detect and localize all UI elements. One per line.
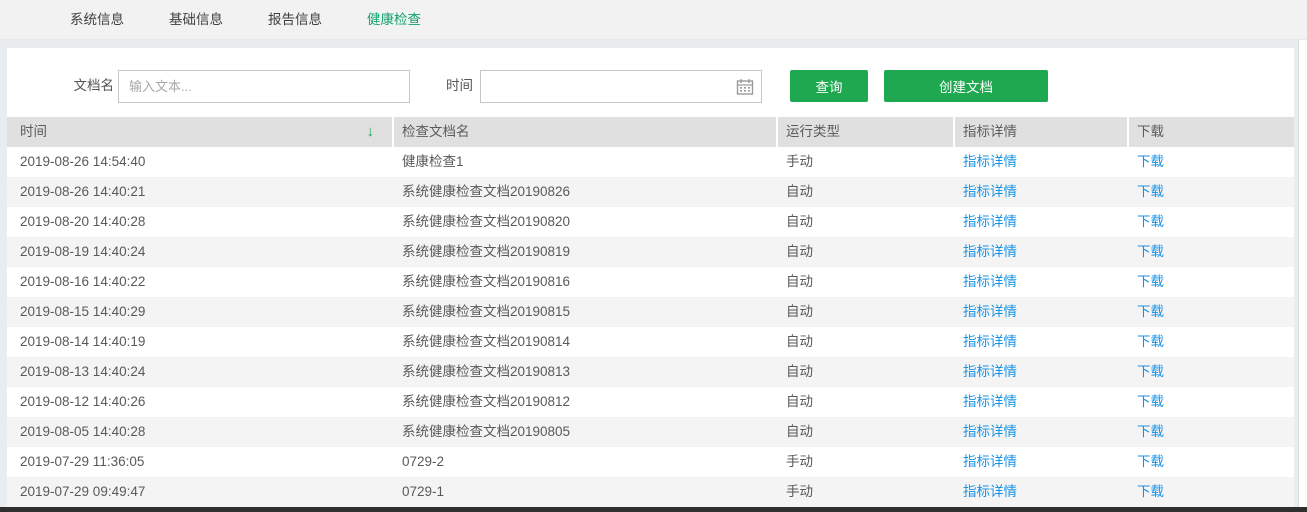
cell-doc-name: 系统健康检查文档20190816 bbox=[394, 267, 778, 297]
table-body: 2019-08-26 14:54:40 健康检查1 手动 指标详情 下载 201… bbox=[7, 147, 1294, 507]
cell-run-type: 自动 bbox=[778, 297, 955, 327]
download-link[interactable]: 下载 bbox=[1137, 364, 1164, 379]
table-row: 2019-07-29 11:36:05 0729-2 手动 指标详情 下载 bbox=[7, 447, 1294, 477]
sort-desc-icon[interactable]: ↓ bbox=[367, 117, 375, 147]
cell-time: 2019-07-29 11:36:05 bbox=[7, 447, 394, 477]
table-row: 2019-08-15 14:40:29 系统健康检查文档20190815 自动 … bbox=[7, 297, 1294, 327]
vertical-scrollbar[interactable] bbox=[1298, 40, 1307, 512]
time-input[interactable] bbox=[480, 70, 762, 103]
table-row: 2019-08-12 14:40:26 系统健康检查文档20190812 自动 … bbox=[7, 387, 1294, 417]
tab-2[interactable]: 报告信息 bbox=[268, 0, 322, 40]
detail-link[interactable]: 指标详情 bbox=[963, 304, 1017, 319]
cell-time: 2019-08-15 14:40:29 bbox=[7, 297, 394, 327]
download-link[interactable]: 下载 bbox=[1137, 214, 1164, 229]
doc-name-label: 文档名 bbox=[70, 70, 114, 102]
tab-0[interactable]: 系统信息 bbox=[70, 0, 124, 40]
health-check-table: 时间 ↓ 检查文档名 运行类型 指标详情 下载 2019-08-26 14:54… bbox=[7, 117, 1294, 507]
cell-doc-name: 0729-2 bbox=[394, 447, 778, 477]
table-row: 2019-08-19 14:40:24 系统健康检查文档20190819 自动 … bbox=[7, 237, 1294, 267]
cell-time: 2019-08-12 14:40:26 bbox=[7, 387, 394, 417]
cell-run-type: 手动 bbox=[778, 447, 955, 477]
cell-time: 2019-08-14 14:40:19 bbox=[7, 327, 394, 357]
detail-link[interactable]: 指标详情 bbox=[963, 394, 1017, 409]
table-header: 时间 ↓ 检查文档名 运行类型 指标详情 下载 bbox=[7, 117, 1294, 147]
cell-time: 2019-08-26 14:54:40 bbox=[7, 147, 394, 177]
cell-time: 2019-08-16 14:40:22 bbox=[7, 267, 394, 297]
detail-link[interactable]: 指标详情 bbox=[963, 454, 1017, 469]
cell-doc-name: 系统健康检查文档20190812 bbox=[394, 387, 778, 417]
table-row: 2019-07-29 09:49:47 0729-1 手动 指标详情 下载 bbox=[7, 477, 1294, 507]
download-link[interactable]: 下载 bbox=[1137, 154, 1164, 169]
cell-time: 2019-08-13 14:40:24 bbox=[7, 357, 394, 387]
cell-run-type: 自动 bbox=[778, 207, 955, 237]
cell-doc-name: 系统健康检查文档20190815 bbox=[394, 297, 778, 327]
table-row: 2019-08-26 14:54:40 健康检查1 手动 指标详情 下载 bbox=[7, 147, 1294, 177]
tab-1[interactable]: 基础信息 bbox=[169, 0, 223, 40]
cell-time: 2019-08-05 14:40:28 bbox=[7, 417, 394, 447]
table-row: 2019-08-26 14:40:21 系统健康检查文档20190826 自动 … bbox=[7, 177, 1294, 207]
column-header-doc-name: 检查文档名 bbox=[394, 117, 778, 147]
table-row: 2019-08-13 14:40:24 系统健康检查文档20190813 自动 … bbox=[7, 357, 1294, 387]
cell-run-type: 自动 bbox=[778, 237, 955, 267]
cell-run-type: 自动 bbox=[778, 327, 955, 357]
column-header-time[interactable]: 时间 ↓ bbox=[7, 117, 394, 147]
doc-name-input[interactable] bbox=[118, 70, 410, 103]
table-row: 2019-08-20 14:40:28 系统健康检查文档20190820 自动 … bbox=[7, 207, 1294, 237]
cell-time: 2019-08-26 14:40:21 bbox=[7, 177, 394, 207]
cell-run-type: 自动 bbox=[778, 357, 955, 387]
download-link[interactable]: 下载 bbox=[1137, 274, 1164, 289]
table-row: 2019-08-14 14:40:19 系统健康检查文档20190814 自动 … bbox=[7, 327, 1294, 357]
column-header-run-type: 运行类型 bbox=[778, 117, 955, 147]
table-row: 2019-08-16 14:40:22 系统健康检查文档20190816 自动 … bbox=[7, 267, 1294, 297]
detail-link[interactable]: 指标详情 bbox=[963, 184, 1017, 199]
cell-time: 2019-08-19 14:40:24 bbox=[7, 237, 394, 267]
cell-doc-name: 系统健康检查文档20190813 bbox=[394, 357, 778, 387]
detail-link[interactable]: 指标详情 bbox=[963, 274, 1017, 289]
detail-link[interactable]: 指标详情 bbox=[963, 484, 1017, 499]
cell-run-type: 自动 bbox=[778, 177, 955, 207]
cell-doc-name: 健康检查1 bbox=[394, 147, 778, 177]
create-document-button[interactable]: 创建文档 bbox=[884, 70, 1048, 102]
detail-link[interactable]: 指标详情 bbox=[963, 214, 1017, 229]
cell-run-type: 自动 bbox=[778, 417, 955, 447]
cell-doc-name: 系统健康检查文档20190826 bbox=[394, 177, 778, 207]
detail-link[interactable]: 指标详情 bbox=[963, 424, 1017, 439]
column-header-detail: 指标详情 bbox=[955, 117, 1129, 147]
cell-doc-name: 系统健康检查文档20190805 bbox=[394, 417, 778, 447]
detail-link[interactable]: 指标详情 bbox=[963, 244, 1017, 259]
download-link[interactable]: 下载 bbox=[1137, 424, 1164, 439]
detail-link[interactable]: 指标详情 bbox=[963, 364, 1017, 379]
cell-run-type: 自动 bbox=[778, 267, 955, 297]
download-link[interactable]: 下载 bbox=[1137, 484, 1164, 499]
detail-link[interactable]: 指标详情 bbox=[963, 154, 1017, 169]
download-link[interactable]: 下载 bbox=[1137, 244, 1164, 259]
download-link[interactable]: 下载 bbox=[1137, 184, 1164, 199]
download-link[interactable]: 下载 bbox=[1137, 334, 1164, 349]
cell-doc-name: 系统健康检查文档20190819 bbox=[394, 237, 778, 267]
cell-run-type: 手动 bbox=[778, 477, 955, 507]
download-link[interactable]: 下载 bbox=[1137, 394, 1164, 409]
calendar-icon[interactable] bbox=[736, 78, 754, 96]
download-link[interactable]: 下载 bbox=[1137, 454, 1164, 469]
cell-time: 2019-08-20 14:40:28 bbox=[7, 207, 394, 237]
cell-doc-name: 系统健康检查文档20190820 bbox=[394, 207, 778, 237]
content-panel: 文档名 时间 查询 创建文档 时间 ↓ 检查文档名 运行类型 指标详情 下载 bbox=[7, 48, 1294, 507]
table-row: 2019-08-05 14:40:28 系统健康检查文档20190805 自动 … bbox=[7, 417, 1294, 447]
column-header-download: 下载 bbox=[1129, 117, 1294, 147]
cell-run-type: 手动 bbox=[778, 147, 955, 177]
tab-3[interactable]: 健康检查 bbox=[367, 0, 421, 40]
cell-run-type: 自动 bbox=[778, 387, 955, 417]
cell-doc-name: 0729-1 bbox=[394, 477, 778, 507]
query-button[interactable]: 查询 bbox=[790, 70, 868, 102]
tab-bar: 系统信息 基础信息 报告信息 健康检查 bbox=[0, 0, 1307, 40]
bottom-edge-strip bbox=[0, 507, 1307, 512]
cell-doc-name: 系统健康检查文档20190814 bbox=[394, 327, 778, 357]
time-label: 时间 bbox=[443, 70, 473, 102]
detail-link[interactable]: 指标详情 bbox=[963, 334, 1017, 349]
download-link[interactable]: 下载 bbox=[1137, 304, 1164, 319]
cell-time: 2019-07-29 09:49:47 bbox=[7, 477, 394, 507]
